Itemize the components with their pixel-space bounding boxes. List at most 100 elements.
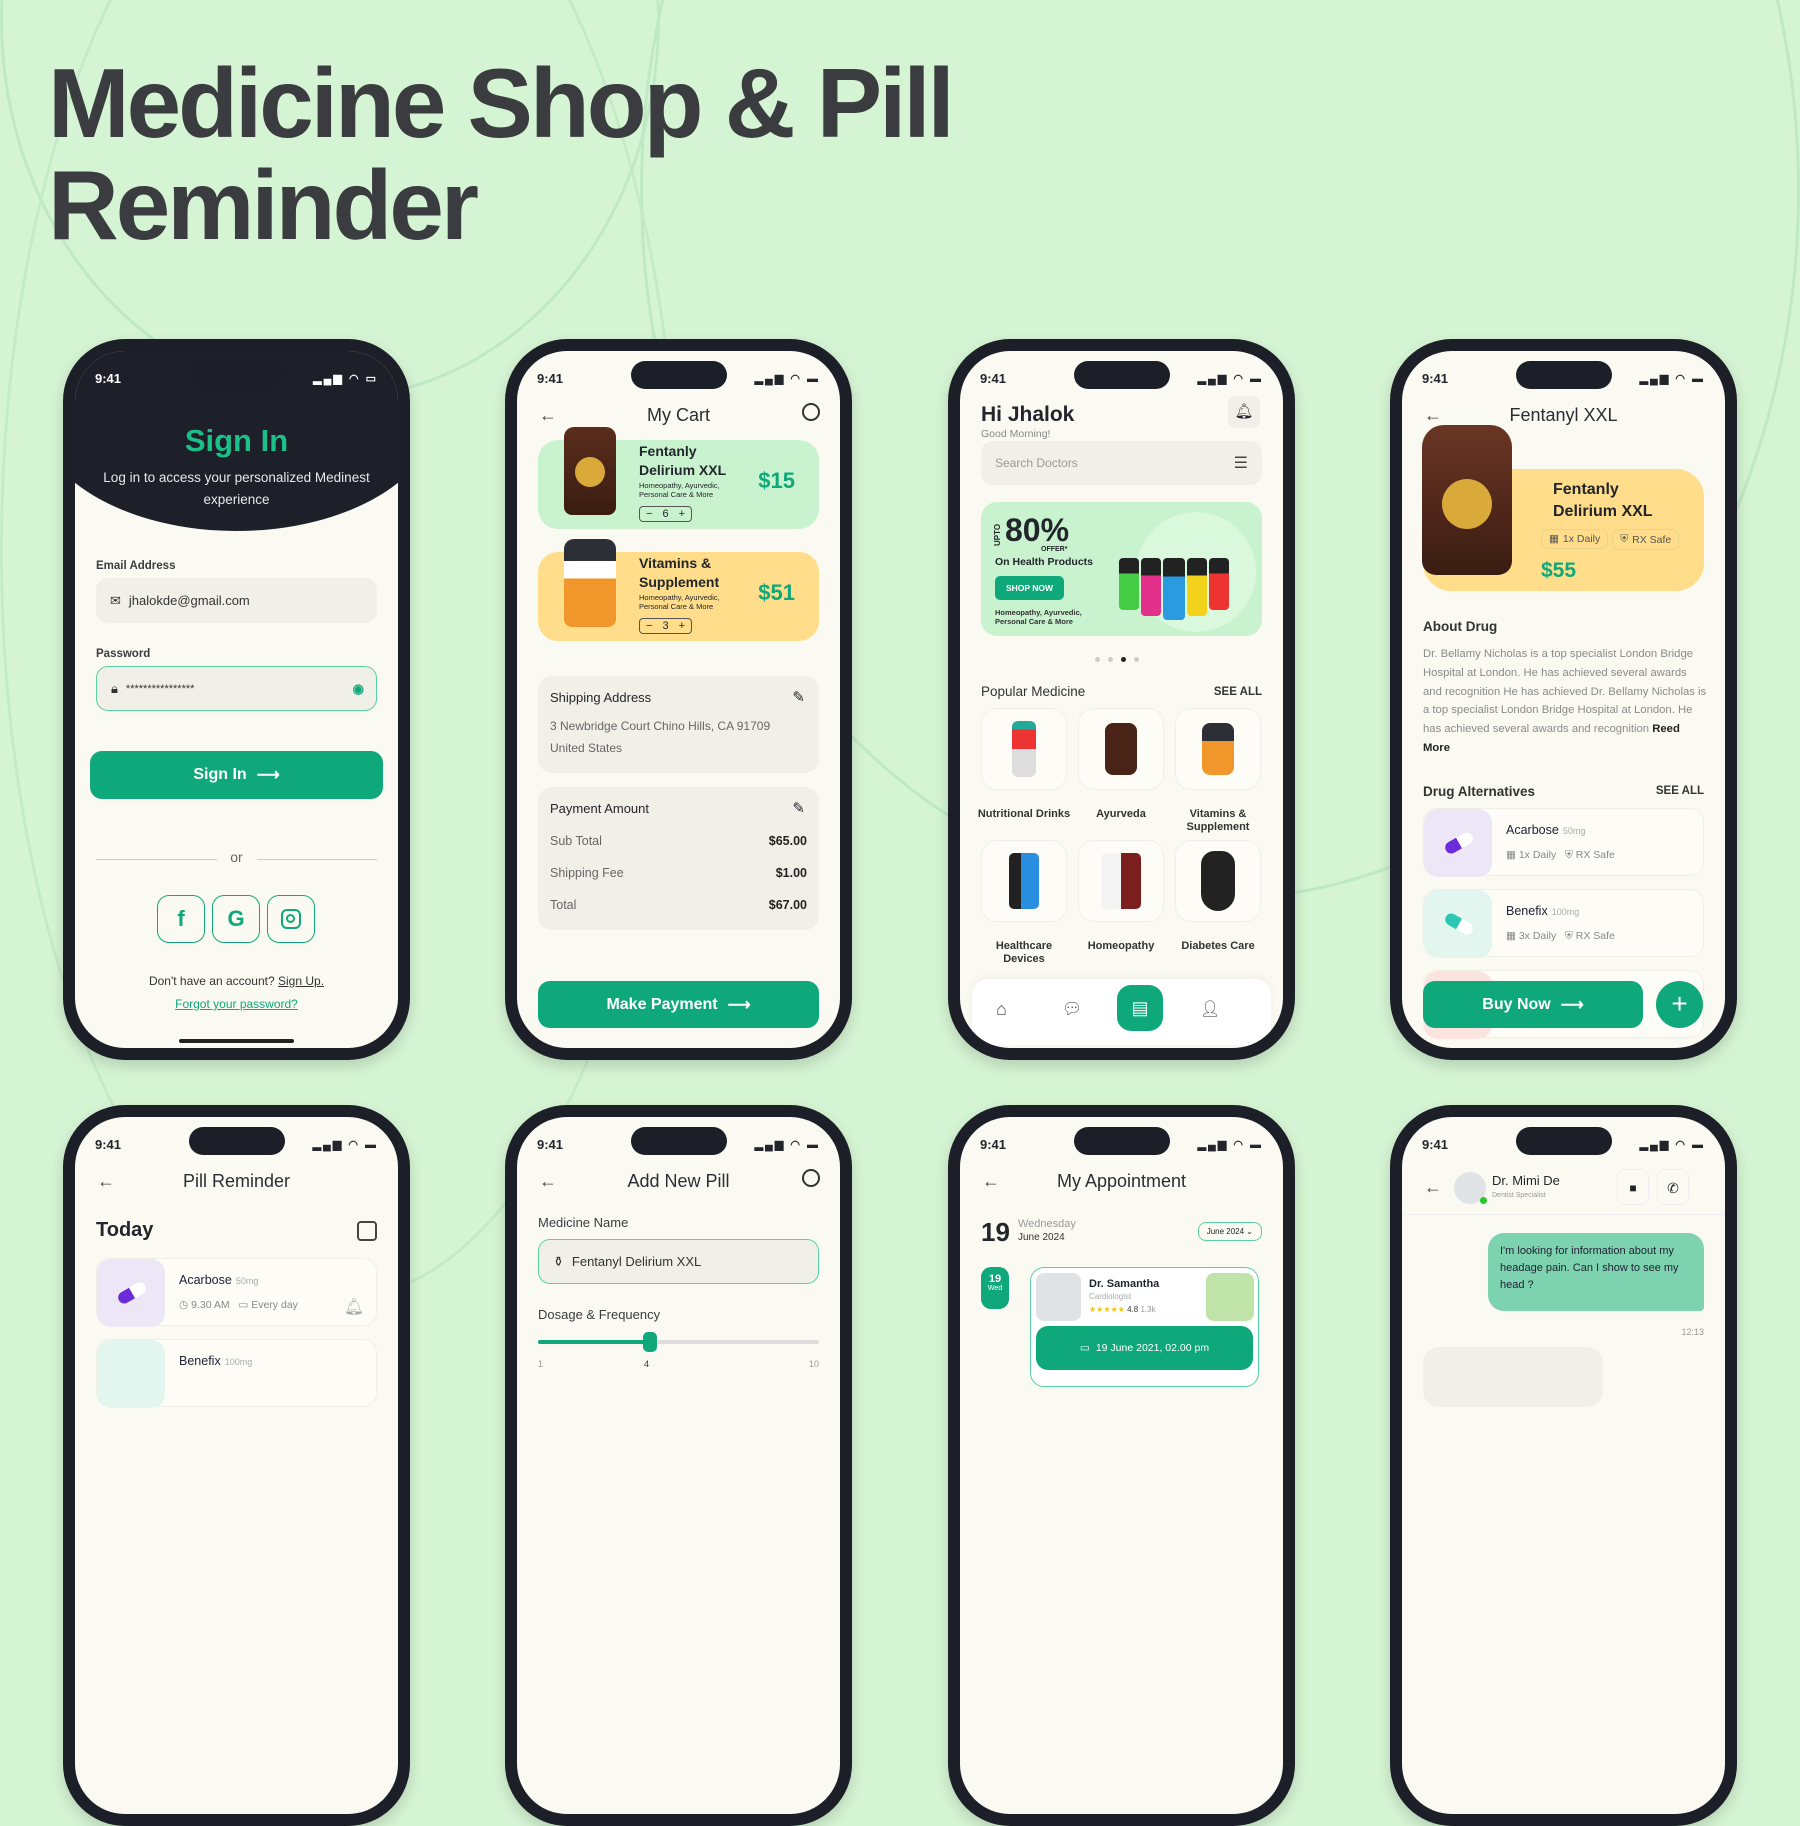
dosage-slider[interactable] — [538, 1332, 819, 1352]
category-tile[interactable] — [1078, 708, 1164, 790]
see-all-link[interactable]: SEE ALL — [1656, 785, 1704, 797]
signin-subtitle: Log in to access your personalized Medin… — [103, 470, 370, 507]
message-bubble-received — [1423, 1347, 1603, 1407]
screen-title: My Appointment — [1056, 1171, 1187, 1191]
see-all-link[interactable]: SEE ALL — [1214, 686, 1262, 698]
product-image — [1422, 425, 1512, 575]
add-button[interactable]: + — [1656, 981, 1703, 1028]
email-field[interactable]: ✉ jhalokde@gmail.com — [96, 578, 377, 623]
status-icons: ▂▄▆ ◠ ▭ — [313, 373, 378, 385]
edit-icon[interactable]: ✎ — [792, 799, 805, 817]
category-tile[interactable] — [1078, 840, 1164, 922]
search-icon[interactable] — [802, 1169, 820, 1187]
doctor-avatar — [1454, 1172, 1487, 1204]
cart-item: Fentanly Delirium XXL Homeopathy, Ayurve… — [538, 427, 819, 529]
doctor-name: Dr. Mimi De — [1492, 1173, 1560, 1188]
item-price: $51 — [758, 580, 795, 605]
make-payment-button[interactable]: Make Payment ⟶ — [538, 981, 819, 1028]
appointment-card[interactable]: Dr. Samantha Cardiologist ★★★★★ 4.8 1.3k… — [1030, 1267, 1259, 1387]
screen-title: My Cart — [647, 405, 710, 425]
alternative-item[interactable]: Benefix 100mg ▦ 3x Daily ⛨ RX Safe — [1423, 889, 1704, 958]
phone-sign-in: 9:41 ▂▄▆ ◠ ▭ Sign In Log in to access you… — [63, 339, 410, 1060]
about-text: Dr. Bellamy Nicholas is a top specialist… — [1423, 648, 1707, 754]
sign-up-link[interactable]: Sign Up. — [278, 974, 324, 988]
phone-add-pill: 9:41 ▂▄▆ ◠ ▬ ← Add New Pill Medicine Name… — [505, 1105, 852, 1826]
quantity-stepper[interactable]: −3 + — [639, 618, 692, 634]
page-title: Medicine Shop & Pill Reminder — [48, 48, 955, 260]
status-time: 9:41 — [95, 371, 122, 386]
buy-now-button[interactable]: Buy Now ⟶ — [1423, 981, 1643, 1028]
phone-call-button[interactable]: ✆ — [1657, 1169, 1689, 1205]
medicine-name-input[interactable]: ⚱ Fentanyl Delirium XXL — [538, 1239, 819, 1284]
search-icon[interactable] — [802, 403, 820, 421]
alternatives-title: Drug Alternatives — [1423, 784, 1536, 799]
lock-icon: 🔒︎ — [111, 680, 118, 696]
notification-button[interactable]: 🔔︎ — [1228, 396, 1260, 428]
reminder-item[interactable]: Acarbose 50mg ◷ 9.30 AM ▭ Every day 🔔︎ — [96, 1258, 377, 1327]
capsule-icon — [97, 1259, 165, 1327]
arrow-right-icon: ⟶ — [727, 996, 751, 1014]
edit-icon[interactable]: ✎ — [792, 688, 805, 706]
category-tile[interactable] — [981, 840, 1067, 922]
reminder-item[interactable]: Benefix 100mg — [96, 1339, 377, 1408]
doctor-avatar — [1036, 1273, 1081, 1321]
slider-max: 10 — [808, 1359, 819, 1369]
map-thumbnail[interactable] — [1206, 1273, 1254, 1321]
google-button[interactable]: G — [212, 895, 260, 943]
month-select[interactable]: June 2024 ⌄ — [1197, 1222, 1262, 1241]
quantity-stepper[interactable]: −6 + — [639, 506, 692, 522]
filter-icon[interactable]: ☰ — [1234, 453, 1248, 473]
password-value: **************** — [125, 682, 195, 695]
signup-prompt: Don't have an account? Sign Up. — [148, 974, 325, 988]
back-button[interactable]: ← — [1424, 1177, 1442, 1198]
category-label: Vitamins & Supplement — [1186, 808, 1250, 833]
nav-document-icon[interactable]: ▤ — [1117, 985, 1163, 1031]
screen-title: Add New Pill — [627, 1171, 730, 1191]
sign-in-button[interactable]: Sign In ⟶ — [90, 751, 383, 799]
payment-amount-card: Payment Amount ✎ Sub Total $65.00 Shippin… — [538, 787, 819, 930]
day-marker[interactable]: 19 Wed — [981, 1267, 1009, 1309]
nav-chat-icon[interactable]: 💬︎ — [1062, 999, 1082, 1019]
instagram-button[interactable] — [267, 895, 315, 943]
category-tile[interactable] — [981, 708, 1067, 790]
bell-icon[interactable]: 🔔︎ — [344, 1297, 364, 1317]
status-time: 9:41 — [95, 1137, 122, 1152]
shipping-title: Shipping Address — [550, 690, 652, 705]
product-name: Fentanly Delirium XXL — [1553, 481, 1653, 520]
offer-label: OFFER* — [1041, 546, 1068, 553]
password-field[interactable]: 🔒︎ **************** ◉ — [96, 666, 377, 711]
payment-row: Shipping Fee $1.00 — [550, 866, 807, 880]
alternative-item[interactable]: Acarbose 50mg ▦ 1x Daily ⛨ RX Safe — [1423, 808, 1704, 877]
greeting-sub: Good Morning! — [981, 428, 1051, 440]
nav-profile-icon[interactable]: 👤︎ — [1200, 999, 1220, 1019]
password-label: Password — [96, 648, 151, 660]
facebook-button[interactable]: f — [157, 895, 205, 943]
screen-title: Fentanyl XXL — [1509, 405, 1618, 425]
slider-handle[interactable] — [643, 1332, 658, 1352]
cart-item: Vitamins & Supplement Homeopathy, Ayurve… — [538, 539, 819, 641]
message-bubble-sent: I'm looking for information about my hea… — [1488, 1233, 1704, 1311]
category-label: Nutritional Drinks — [977, 808, 1071, 820]
product-bottles-image — [1119, 558, 1229, 620]
slider-min: 1 — [538, 1359, 544, 1369]
forgot-password-link[interactable]: Forgot your password? — [75, 997, 398, 1011]
date-day: 19 — [981, 1217, 1010, 1247]
category-tile[interactable] — [1175, 708, 1261, 790]
email-label: Email Address — [96, 560, 176, 572]
calendar-icon[interactable] — [357, 1221, 377, 1241]
nav-home-icon[interactable]: ⌂ — [996, 999, 1007, 1020]
pill-bottle-icon: ⚱ — [553, 1253, 564, 1269]
search-input[interactable]: Search Doctors ☰ — [981, 441, 1262, 485]
payment-row: Sub Total $65.00 — [550, 834, 807, 848]
video-call-button[interactable]: ■ — [1617, 1169, 1649, 1205]
eye-icon[interactable]: ◉ — [353, 681, 364, 697]
status-time: 9:41 — [537, 1137, 564, 1152]
carousel-dots[interactable] — [1095, 657, 1139, 662]
phone-cart: 9:41 ▂▄▆ ◠ ▬ ← My Cart Fentanly Delirium … — [505, 339, 852, 1060]
appointment-time-button[interactable]: ▭ 19 June 2021, 02.00 pm — [1036, 1326, 1253, 1370]
payment-row: Total $67.00 — [550, 898, 807, 912]
category-tile[interactable] — [1175, 840, 1261, 922]
shop-now-button[interactable]: SHOP NOW — [995, 576, 1065, 600]
bottom-nav: ⌂ 💬︎ ▤ 👤︎ — [972, 979, 1271, 1045]
status-icons: ▂▄▆ ◠ ▬ — [1197, 373, 1263, 385]
